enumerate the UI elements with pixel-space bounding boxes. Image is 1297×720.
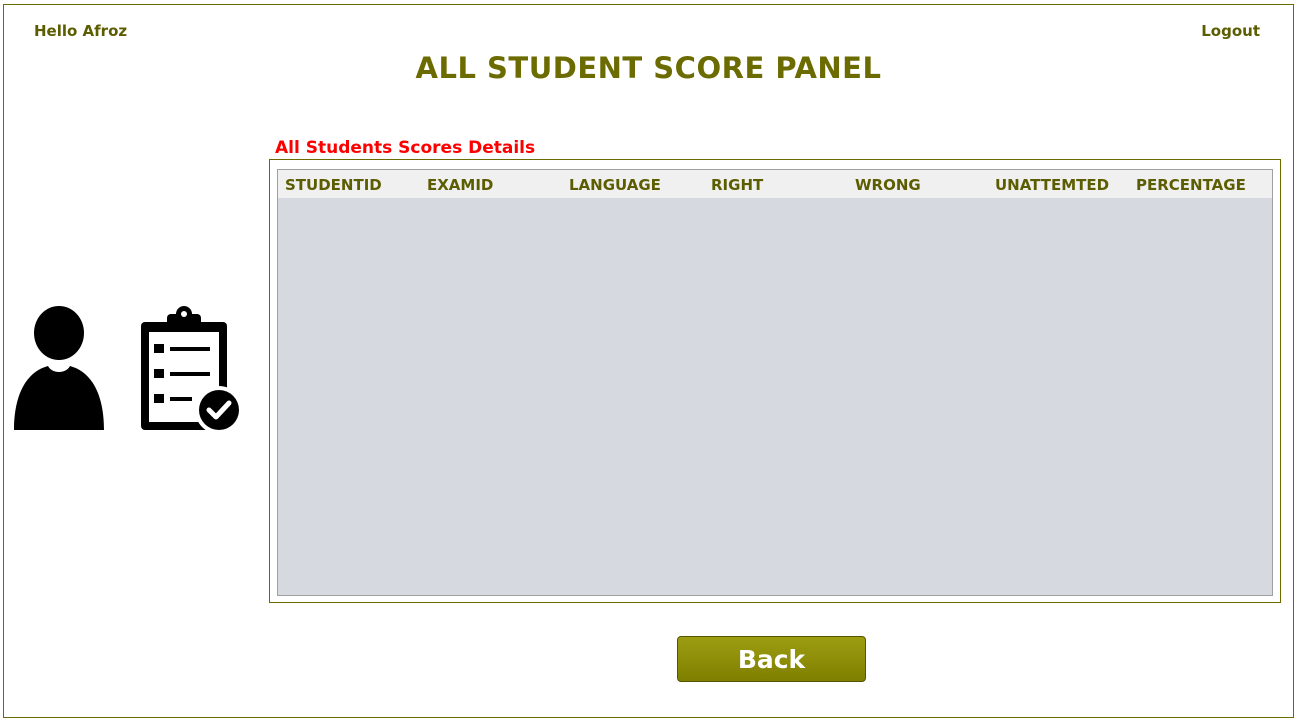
- greeting-label: Hello Afroz: [34, 22, 128, 40]
- scores-table[interactable]: STUDENTID EXAMID LANGUAGE RIGHT WRONG UN…: [277, 169, 1273, 596]
- table-header: STUDENTID EXAMID LANGUAGE RIGHT WRONG UN…: [278, 170, 1272, 198]
- logout-link[interactable]: Logout: [1201, 22, 1260, 40]
- page-title: ALL STUDENT SCORE PANEL: [415, 51, 882, 85]
- user-silhouette-icon: [14, 306, 104, 430]
- column-header-examid[interactable]: EXAMID: [427, 176, 493, 194]
- student-score-illustration: [14, 300, 246, 438]
- column-header-percentage[interactable]: PERCENTAGE: [1136, 176, 1246, 194]
- column-header-wrong[interactable]: WRONG: [855, 176, 921, 194]
- column-header-studentid[interactable]: STUDENTID: [285, 176, 382, 194]
- column-header-language[interactable]: LANGUAGE: [569, 176, 661, 194]
- back-button[interactable]: Back: [677, 636, 866, 682]
- clipboard-checklist-icon: [141, 306, 243, 434]
- column-header-right[interactable]: RIGHT: [711, 176, 763, 194]
- column-header-unattemted[interactable]: UNATTEMTED: [995, 176, 1109, 194]
- scores-table-container: STUDENTID EXAMID LANGUAGE RIGHT WRONG UN…: [269, 159, 1281, 603]
- scores-section-label: All Students Scores Details: [275, 138, 536, 158]
